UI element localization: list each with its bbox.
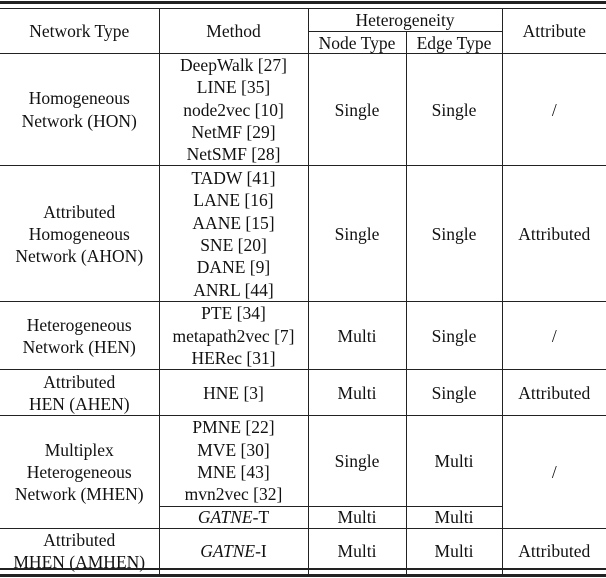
network-type-line: Heterogeneous	[26, 314, 132, 335]
edge-type-cell: Single	[405, 165, 503, 303]
table-row-mhen: Multiplex Heterogeneous Network (MHEN) P…	[0, 415, 606, 529]
table-row-ahen: Attributed HEN (AHEN) HNE [3] Multi Sing…	[0, 369, 606, 417]
method-item: PMNE [22]	[192, 417, 275, 438]
node-type-cell: Single	[307, 52, 407, 167]
method-item: TADW [41]	[191, 168, 276, 189]
header-attribute: Attribute	[501, 8, 606, 54]
node-type-cell: Multi	[307, 505, 407, 529]
network-type-line: Homogeneous	[28, 223, 130, 244]
network-type-line: Network (HEN)	[22, 336, 136, 357]
network-type-line: Attributed	[43, 201, 116, 222]
method-item: PTE [34]	[201, 303, 266, 324]
header-method: Method	[158, 8, 309, 54]
attribute-cell: /	[501, 301, 606, 371]
network-type-line: Heterogeneous	[26, 461, 132, 482]
method-item: MNE [43]	[197, 461, 270, 482]
method-item: metapath2vec [7]	[172, 325, 295, 346]
top-rule-thick	[0, 1, 606, 4]
method-item: AANE [15]	[192, 212, 275, 233]
edge-type-cell: Multi	[405, 505, 502, 529]
method-name-suffix: -I	[255, 540, 267, 561]
method-item: LINE [35]	[196, 77, 271, 98]
node-type-cell: Single	[307, 165, 407, 303]
network-type-line: MHEN (AMHEN)	[13, 552, 146, 573]
network-type-line: Network (AHON)	[15, 246, 144, 267]
method-item: NetMF [29]	[191, 121, 276, 142]
method-cell: PMNE [22] MVE [30] MNE [43] mvn2vec [32]	[158, 415, 309, 507]
method-cell: GATNE-T	[159, 505, 309, 529]
network-type-line: Multiplex	[44, 439, 114, 460]
table-row-hon: Homogeneous Network (HON) DeepWalk [27] …	[0, 52, 606, 167]
network-type-line: Network (MHEN)	[14, 484, 144, 505]
method-cell: PTE [34] metapath2vec [7] HERec [31]	[158, 301, 309, 371]
table-row-hen: Heterogeneous Network (HEN) PTE [34] met…	[0, 301, 606, 371]
network-type-cell: Heterogeneous Network (HEN)	[0, 301, 160, 371]
method-item: ANRL [44]	[193, 279, 274, 300]
method-item: mvn2vec [32]	[184, 484, 283, 505]
method-item: HNE [3]	[203, 382, 264, 403]
network-type-cell: Attributed HEN (AHEN)	[0, 369, 160, 417]
edge-type-cell: Single	[405, 301, 503, 371]
table-row-ahon: Attributed Homogeneous Network (AHON) TA…	[0, 165, 606, 303]
edge-type-cell: Multi	[405, 415, 503, 507]
method-item: LANE [16]	[193, 190, 274, 211]
network-type-cell: Homogeneous Network (HON)	[0, 52, 160, 167]
method-item: MVE [30]	[197, 439, 270, 460]
method-item: HERec [31]	[191, 348, 276, 369]
header-node-type: Node Type	[308, 31, 407, 54]
attribute-cell: /	[501, 415, 606, 529]
network-type-cell: Attributed Homogeneous Network (AHON)	[0, 165, 160, 303]
node-type-cell: Multi	[307, 301, 407, 371]
network-methods-table: Network Type Method Heterogeneity Attrib…	[0, 8, 606, 575]
bottom-rule-thin	[0, 575, 606, 577]
attribute-cell: /	[501, 52, 606, 167]
method-item: DANE [9]	[196, 257, 271, 278]
header-row-1: Network Type Method Heterogeneity Attrib…	[0, 8, 606, 54]
method-name-italic: GATNE	[200, 540, 256, 561]
network-type-line: Attributed	[43, 529, 116, 550]
method-cell: TADW [41] LANE [16] AANE [15] SNE [20] D…	[158, 165, 309, 303]
network-type-line: Network (HON)	[21, 110, 137, 131]
header-edge-type: Edge Type	[405, 31, 502, 54]
network-type-line: Attributed	[43, 371, 116, 392]
attribute-cell: Attributed	[501, 165, 606, 303]
method-name-suffix: -T	[252, 507, 270, 528]
node-type-cell: Single	[307, 415, 407, 507]
network-type-line: Homogeneous	[28, 88, 130, 109]
method-cell: HNE [3]	[158, 369, 309, 417]
method-item: NetSMF [28]	[186, 144, 281, 165]
bottom-rule-thick	[0, 568, 606, 570]
method-item: node2vec [10]	[183, 99, 284, 120]
edge-type-cell: Single	[405, 369, 503, 417]
header-heterogeneity: Heterogeneity	[307, 8, 503, 32]
node-type-cell: Multi	[307, 369, 407, 417]
header-network-type: Network Type	[0, 8, 160, 54]
attribute-cell: Attributed	[501, 369, 606, 417]
method-cell: DeepWalk [27] LINE [35] node2vec [10] Ne…	[158, 52, 309, 167]
edge-type-cell: Single	[405, 52, 503, 167]
method-item: SNE [20]	[200, 234, 267, 255]
network-type-cell: Multiplex Heterogeneous Network (MHEN)	[0, 415, 160, 529]
network-type-line: HEN (AHEN)	[28, 393, 130, 414]
method-item: DeepWalk [27]	[180, 55, 287, 75]
method-name-italic: GATNE	[197, 507, 253, 528]
